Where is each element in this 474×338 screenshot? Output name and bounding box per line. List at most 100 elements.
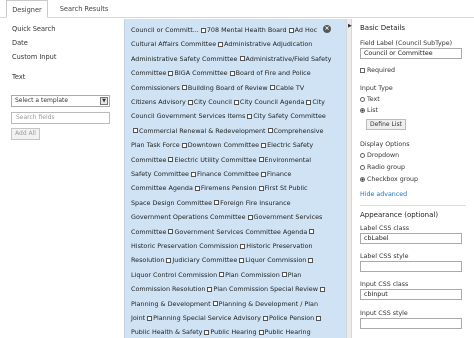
input-type-list-radio[interactable] xyxy=(360,108,365,113)
checkbox-option[interactable] xyxy=(194,185,200,191)
checkbox-option[interactable] xyxy=(239,56,245,62)
checkbox-option[interactable] xyxy=(319,286,325,292)
template-select[interactable]: Select a template ▼ xyxy=(11,95,110,107)
checkbox-option[interactable] xyxy=(261,142,267,148)
checkbox-option[interactable] xyxy=(181,85,187,91)
checkbox-option-label: Commissioners xyxy=(131,83,180,92)
checkbox-preview-row: Commission Resolution Plan Commission Spe… xyxy=(131,285,326,293)
checkbox-option-label: Building Board of Review xyxy=(187,83,268,92)
checkbox-option[interactable] xyxy=(288,27,294,33)
display-radio-group-radio[interactable] xyxy=(360,165,365,170)
tab-designer[interactable]: Designer xyxy=(6,0,48,18)
checkbox-option[interactable] xyxy=(262,315,268,321)
checkbox-option[interactable] xyxy=(214,200,220,206)
checkbox-option[interactable] xyxy=(207,286,213,292)
checkbox-option[interactable] xyxy=(309,229,315,235)
define-list-button[interactable]: Define List xyxy=(366,119,406,130)
input-type-text-radio[interactable] xyxy=(360,97,365,102)
checkbox-option[interactable] xyxy=(260,171,266,177)
display-checkbox-group-radio[interactable] xyxy=(360,177,365,182)
checkbox-option-label: Cable TV xyxy=(275,83,305,92)
checkbox-option-label: Cultural Affairs Committee xyxy=(131,40,217,49)
field-quick-search[interactable]: Quick Search xyxy=(12,25,55,34)
field-label-input[interactable]: Council or Committee xyxy=(360,48,462,59)
checkbox-option-label: City Safety Committee xyxy=(253,112,326,121)
checkbox-option[interactable] xyxy=(168,157,174,163)
input-css-style-input[interactable] xyxy=(360,318,462,329)
checkbox-option-label: Plan Commission xyxy=(225,270,280,279)
checkbox-option-label: Administrative/Field Safety xyxy=(245,54,332,63)
checkbox-preview-row: Committee Electric Utility Committee Envir… xyxy=(131,156,311,164)
close-icon[interactable]: × xyxy=(323,25,331,33)
checkbox-option[interactable] xyxy=(200,27,206,33)
tab-search-results[interactable]: Search Results xyxy=(56,0,112,18)
checkbox-option[interactable] xyxy=(316,315,322,321)
required-checkbox[interactable] xyxy=(360,68,365,73)
checkbox-preview-row: Public Health & Safety Public Hearing Publ… xyxy=(131,328,311,336)
checkbox-option[interactable] xyxy=(247,214,253,220)
display-radio-group-label: Radio group xyxy=(367,164,405,171)
checkbox-preview-row: Committee Government Services Committee A… xyxy=(131,228,315,236)
hide-advanced-link[interactable]: Hide advanced xyxy=(360,191,407,198)
checkbox-option[interactable] xyxy=(187,99,193,105)
label-css-class-caption: Label CSS class xyxy=(360,225,410,232)
checkbox-option[interactable] xyxy=(229,70,235,76)
checkbox-option[interactable] xyxy=(281,272,287,278)
checkbox-option[interactable] xyxy=(147,315,153,321)
checkbox-option[interactable] xyxy=(233,99,239,105)
checkbox-option[interactable] xyxy=(239,257,245,263)
checkbox-option[interactable] xyxy=(258,329,264,335)
checkbox-option[interactable] xyxy=(133,128,138,134)
checkbox-preview-row: Resolution Judiciary Committee Liquor Comm… xyxy=(131,256,314,264)
checkbox-option-label: BIGA Committee xyxy=(174,69,228,78)
checkbox-option[interactable] xyxy=(247,113,253,119)
field-custom-input[interactable]: Custom Input xyxy=(12,53,56,62)
input-type-caption: Input Type xyxy=(360,85,393,92)
display-dropdown-radio[interactable] xyxy=(360,153,365,158)
checkbox-option-label: Commercial Renewal & Redevelopment xyxy=(139,126,266,135)
checkbox-option[interactable] xyxy=(190,171,196,177)
label-css-style-input[interactable] xyxy=(360,261,462,272)
checkbox-option-label: 708 Mental Health Board xyxy=(206,26,287,34)
field-text[interactable]: Text xyxy=(12,73,25,82)
checkbox-option-label: Firemens Pension xyxy=(200,184,257,193)
checkbox-option[interactable] xyxy=(168,229,174,235)
checkbox-option-label: Planning & Development / Plan xyxy=(218,299,319,308)
search-fields-input[interactable]: Search fields xyxy=(11,112,110,124)
label-css-class-input[interactable]: cbLabel xyxy=(360,233,462,244)
checkbox-option-label: Public Hearing xyxy=(264,328,311,337)
checkbox-option[interactable] xyxy=(267,128,273,134)
checkbox-option-label: Foreign Fire Insurance xyxy=(220,198,291,207)
checkbox-option-label: Plan Task Force xyxy=(131,141,180,150)
checkbox-option[interactable] xyxy=(166,257,172,263)
tab-bar: Designer Search Results xyxy=(0,0,474,18)
basic-details-heading: Basic Details xyxy=(360,24,406,32)
checkbox-option[interactable] xyxy=(240,243,246,249)
field-date[interactable]: Date xyxy=(12,39,28,48)
checkbox-preview-row: Safety Committee Finance Committee Finance xyxy=(131,170,291,178)
checkbox-preview-row: Commissioners Building Board of Review Cab… xyxy=(131,84,304,92)
checkbox-option[interactable] xyxy=(308,257,314,263)
input-css-style-caption: Input CSS style xyxy=(360,310,408,317)
checkbox-option[interactable] xyxy=(258,157,264,163)
checkbox-option[interactable] xyxy=(168,70,174,76)
checkbox-option[interactable] xyxy=(269,85,275,91)
checkbox-option[interactable] xyxy=(218,41,224,47)
checkbox-option[interactable] xyxy=(181,142,187,148)
chevron-down-icon: ▼ xyxy=(100,97,108,105)
checkbox-option-label: Administrative Safety Committee xyxy=(131,54,238,63)
input-css-class-input[interactable]: cbInput xyxy=(360,289,462,300)
checkbox-option[interactable] xyxy=(219,272,225,278)
checkbox-option-label: Administrative Adjudication xyxy=(224,40,313,49)
add-all-button[interactable]: Add All xyxy=(11,128,40,140)
checkbox-option[interactable] xyxy=(258,185,264,191)
checkbox-option-label: Planning Special Service Advisory xyxy=(153,314,261,322)
checkbox-option[interactable] xyxy=(306,99,312,105)
checkbox-option-label: Citizens Advisory xyxy=(131,98,186,106)
checkbox-preview-row: Plan Task Force Downtown Committee Electri… xyxy=(131,141,313,149)
checkbox-preview-row: Commercial Renewal & Redevelopment Compre… xyxy=(131,127,323,135)
checkbox-preview-row: Government Operations Committee Governmen… xyxy=(131,213,322,221)
checkbox-option-label: Committee xyxy=(131,227,167,236)
checkbox-option[interactable] xyxy=(204,329,210,335)
checkbox-option[interactable] xyxy=(212,301,218,307)
